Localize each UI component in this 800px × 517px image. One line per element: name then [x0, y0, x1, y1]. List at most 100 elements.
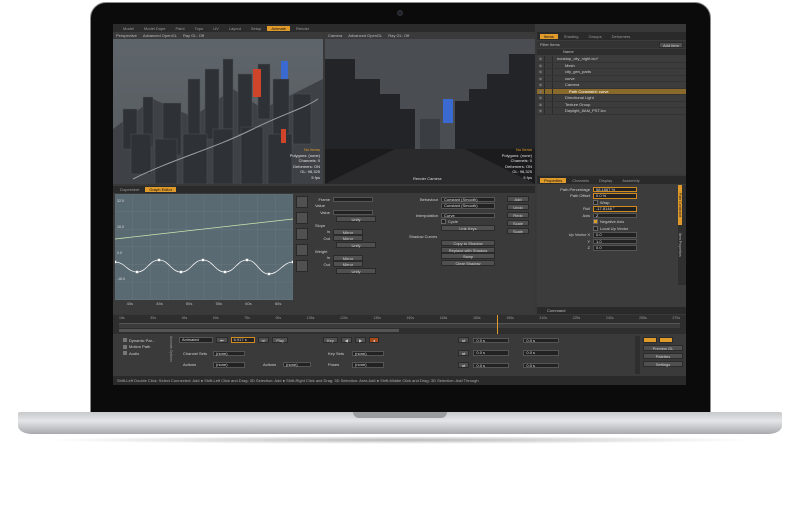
autokey-icon[interactable]: ●: [369, 337, 380, 343]
tab-graph-editor[interactable]: Graph Editor: [145, 187, 177, 192]
layout-tab-model-dupe[interactable]: Model Dupe: [140, 26, 170, 31]
visibility-eye-icon[interactable]: ◉: [537, 95, 545, 101]
rate-link-icon[interactable]: ⇄: [458, 362, 470, 369]
command-bar[interactable]: Command: [537, 307, 686, 314]
lock-icon[interactable]: [545, 101, 553, 107]
property-field[interactable]: 0.0 %: [593, 193, 637, 199]
key-button[interactable]: Key: [323, 337, 338, 343]
preset-ease-icon[interactable]: [296, 212, 308, 224]
property-field[interactable]: Z: [593, 212, 637, 218]
property-field[interactable]: 1.0: [593, 238, 637, 244]
layout-toggle-2-icon[interactable]: [659, 337, 673, 343]
property-checkbox[interactable]: [593, 199, 598, 205]
rate-link-icon[interactable]: ⇄: [458, 349, 470, 356]
viewport-perspective[interactable]: Perspective Advanced OpenGL Ray GL: Off …: [113, 32, 323, 184]
frame-field[interactable]: [333, 196, 373, 202]
motion-path-label[interactable]: Motion Path: [129, 344, 150, 349]
poses-select[interactable]: (none): [352, 362, 384, 368]
animated-select[interactable]: Animated: [179, 337, 213, 343]
swap-button[interactable]: Swap: [441, 253, 495, 260]
lock-icon[interactable]: [545, 108, 553, 114]
unify-button[interactable]: Unify: [336, 215, 376, 222]
graph-side-button[interactable]: Add: [507, 196, 529, 202]
layout-tab-model[interactable]: Model: [119, 26, 138, 31]
graph-side-button[interactable]: Redo: [507, 212, 529, 218]
tab-channels[interactable]: Channels: [568, 178, 593, 183]
lock-icon[interactable]: [545, 56, 553, 62]
rate-field-2[interactable]: 0.0 s: [523, 350, 560, 356]
side-tab-item-properties[interactable]: Item Properties: [678, 225, 682, 265]
play-button[interactable]: Play: [272, 337, 288, 343]
dynamic-parent-label[interactable]: Dynamic Par...: [129, 338, 155, 343]
layout-tab-uv[interactable]: UV: [209, 26, 223, 31]
replace-with-shadow-button[interactable]: Replace with Shadow: [441, 246, 495, 253]
key-prev-icon[interactable]: ◀: [340, 337, 352, 343]
layout-tab-topo[interactable]: Topo: [191, 26, 208, 31]
filter-items[interactable]: Filter Items: [540, 42, 560, 47]
cycle-checkbox[interactable]: [441, 219, 446, 225]
ray-gl-mode[interactable]: Ray GL: Off: [183, 33, 204, 38]
property-field[interactable]: 58.1667 %: [593, 186, 637, 192]
slope-unify-button[interactable]: Unify: [336, 241, 376, 248]
graph-canvas[interactable]: 32.0 16.0 0.0 -16.0: [113, 193, 295, 300]
palettes-button[interactable]: Palettes: [643, 353, 683, 359]
layout-tab-render[interactable]: Render: [292, 26, 313, 31]
rate-link-icon[interactable]: ⇄: [458, 337, 470, 344]
audio-toggle[interactable]: [123, 351, 127, 356]
first-frame-button[interactable]: ⏮: [216, 337, 228, 343]
tab-groups[interactable]: Groups: [584, 34, 605, 39]
layout-tab-setup[interactable]: Setup: [247, 26, 265, 31]
rate-field-2[interactable]: 0.0 s: [523, 362, 560, 368]
visibility-eye-icon[interactable]: ◉: [537, 101, 545, 107]
behaviour-select-2[interactable]: Constant (Smooth): [441, 203, 495, 209]
audio-label[interactable]: Audio: [129, 351, 139, 356]
lock-icon[interactable]: [545, 95, 553, 101]
settings-button[interactable]: Settings: [643, 361, 683, 367]
weight-in-mirror[interactable]: Mirror: [333, 254, 363, 261]
lock-icon[interactable]: [545, 82, 553, 88]
preset-ease-out-icon[interactable]: [296, 244, 308, 256]
rate-field-2[interactable]: 0.0 s: [523, 337, 560, 343]
layout-tab-paint[interactable]: Paint: [171, 26, 188, 31]
tab-display[interactable]: Display: [595, 178, 616, 183]
channel-sets-select[interactable]: (none): [213, 350, 245, 356]
slope-out-mirror[interactable]: Mirror: [333, 235, 363, 242]
tab-properties[interactable]: Properties: [540, 177, 567, 183]
current-time-field[interactable]: 6.917 s: [230, 337, 255, 343]
shading-mode[interactable]: Advanced OpenGL: [348, 33, 382, 38]
timeline-track[interactable]: [119, 323, 680, 328]
visibility-eye-icon[interactable]: ◉: [537, 88, 545, 94]
link-keys-button[interactable]: Link Keys: [441, 225, 495, 232]
viewport-camera[interactable]: Camera Advanced OpenGL Ray GL: Off No It…: [325, 32, 535, 184]
side-tab-path-constraint[interactable]: Path Constraint: [678, 185, 682, 225]
slope-in-mirror[interactable]: Mirror: [333, 228, 363, 235]
interpolation-select[interactable]: Curve: [441, 212, 495, 218]
weight-unify-button[interactable]: Unify: [336, 267, 376, 274]
clear-shadow-button[interactable]: Clear Shadow: [441, 259, 495, 266]
tab-dopesheet[interactable]: Dopesheet: [116, 187, 143, 192]
property-checkbox[interactable]: [593, 225, 598, 231]
viewport-type[interactable]: Camera: [328, 33, 342, 38]
property-field[interactable]: -17.8148 °: [593, 206, 637, 212]
add-item-button[interactable]: Add Item: [658, 41, 683, 48]
graph-side-button[interactable]: Scale: [507, 228, 529, 234]
timeline-playhead[interactable]: [497, 315, 498, 334]
layout-toggle-icon[interactable]: [643, 337, 657, 343]
actions-select[interactable]: (none): [213, 362, 245, 368]
motion-path-toggle[interactable]: [123, 344, 127, 349]
rate-field[interactable]: 0.0 s: [473, 362, 510, 368]
visibility-eye-icon[interactable]: ◉: [537, 56, 545, 62]
shading-mode[interactable]: Advanced OpenGL: [143, 33, 177, 38]
dynamic-parent-toggle[interactable]: [123, 338, 127, 343]
actions-2-select[interactable]: (none): [283, 361, 311, 367]
visibility-eye-icon[interactable]: ◉: [537, 108, 545, 114]
property-checkbox[interactable]: [593, 219, 598, 225]
viewport-type[interactable]: Perspective: [116, 33, 137, 38]
visibility-eye-icon[interactable]: ◉: [537, 69, 545, 75]
item-row[interactable]: ◉ Daylight_8AM_PST.lxo: [537, 108, 686, 115]
rate-field[interactable]: 0.0 s: [473, 337, 510, 343]
graph-side-button[interactable]: Scale: [507, 220, 529, 226]
property-field[interactable]: 0.0: [593, 245, 637, 251]
preset-step-icon[interactable]: [296, 260, 308, 272]
key-sets-select[interactable]: (none): [352, 350, 384, 356]
